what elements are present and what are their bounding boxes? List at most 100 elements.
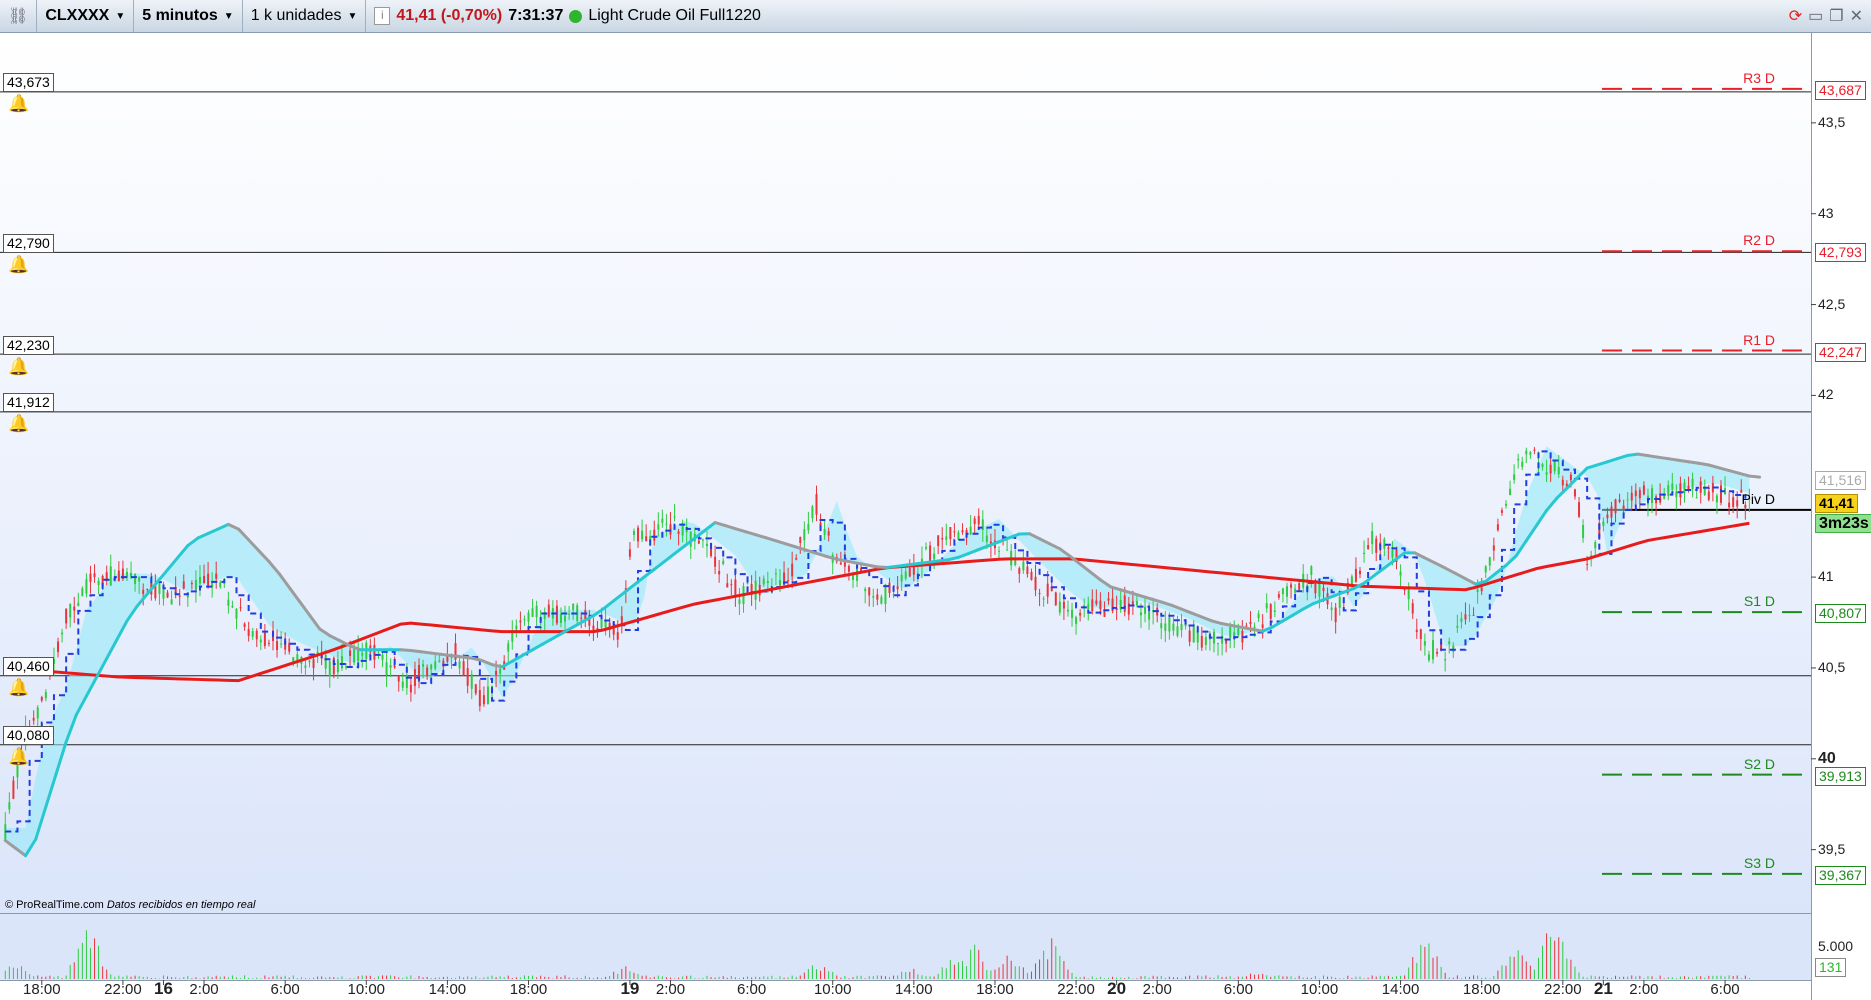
close-button[interactable]: ✕ bbox=[1850, 6, 1863, 26]
candle-body bbox=[977, 515, 980, 525]
candle-body bbox=[255, 630, 258, 640]
quote-time: 7:31:37 bbox=[508, 7, 564, 24]
candle-body bbox=[1099, 600, 1102, 610]
candle-body bbox=[1578, 502, 1581, 517]
symbol-selector[interactable]: CLXXXX ▼ bbox=[37, 0, 135, 32]
moving-average-fast-segment bbox=[1251, 627, 1265, 633]
alert-bell-icon[interactable]: 🔔 bbox=[8, 747, 29, 767]
candle-body bbox=[97, 580, 100, 586]
pivot-value: 42,793 bbox=[1815, 243, 1866, 263]
candle-body bbox=[1273, 610, 1276, 612]
candle-body bbox=[1046, 583, 1049, 597]
time-tick-label: 18:00 bbox=[1462, 981, 1501, 998]
candle-body bbox=[109, 566, 112, 586]
candle-body bbox=[1387, 547, 1390, 549]
quote-info: i 41,41 (-0,70%) 7:31:37 Light Crude Oil… bbox=[366, 0, 769, 32]
candle-body bbox=[1261, 624, 1264, 628]
moving-average-fast-segment bbox=[906, 562, 920, 567]
alert-bell-icon[interactable]: 🔔 bbox=[8, 255, 29, 275]
minimize-button[interactable]: ▭ bbox=[1808, 6, 1823, 26]
candle-body bbox=[1350, 576, 1353, 585]
candle-body bbox=[142, 589, 145, 594]
candle-body bbox=[1212, 631, 1215, 644]
alert-bell-icon[interactable]: 🔔 bbox=[8, 94, 29, 114]
candle-body bbox=[1354, 568, 1357, 582]
price-chart[interactable]: 43,673 🔔 42,790 🔔 42,230 🔔 41,912 🔔 40,460 🔔 40,08… bbox=[0, 33, 1871, 1000]
hidden-price-box: 41,516 bbox=[1815, 471, 1866, 490]
info-icon[interactable]: i bbox=[374, 7, 391, 25]
volume-last-value: 131 bbox=[1815, 958, 1847, 977]
candle-body bbox=[908, 567, 911, 577]
candle-body bbox=[389, 664, 392, 668]
candle-body bbox=[774, 573, 777, 575]
candle-body bbox=[1496, 524, 1499, 531]
candle-body bbox=[827, 531, 830, 536]
candle-body bbox=[900, 574, 903, 582]
candle-body bbox=[158, 583, 161, 594]
units-selector[interactable]: 1 k unidades ▼ bbox=[243, 0, 367, 32]
candle-body bbox=[1626, 499, 1629, 501]
candle-body bbox=[904, 571, 907, 579]
candle-body bbox=[746, 582, 749, 584]
restore-button[interactable]: ❐ bbox=[1829, 6, 1843, 26]
candle-body bbox=[807, 523, 810, 531]
candle-body bbox=[823, 528, 826, 535]
link-button[interactable]: ⛓ bbox=[0, 0, 38, 32]
alert-bell-icon[interactable]: 🔔 bbox=[8, 678, 29, 698]
candle-body bbox=[507, 643, 510, 652]
pivot-value: 43,687 bbox=[1815, 80, 1866, 100]
moving-average-fast-segment bbox=[1697, 461, 1711, 467]
candle-body bbox=[1456, 625, 1459, 628]
candle-body bbox=[1480, 587, 1483, 592]
candle-body bbox=[1586, 563, 1589, 565]
candle-body bbox=[361, 652, 364, 656]
candle-body bbox=[929, 545, 932, 562]
moving-average-fast-segment bbox=[490, 663, 504, 669]
level-label: 41,912 bbox=[3, 393, 54, 413]
candle-body bbox=[1415, 629, 1418, 632]
candle-body bbox=[1330, 607, 1333, 611]
timeframe-selector[interactable]: 5 minutos ▼ bbox=[134, 0, 243, 32]
candle-body bbox=[819, 522, 822, 526]
candle-body bbox=[645, 536, 648, 542]
candle-body bbox=[1217, 643, 1220, 645]
candle-body bbox=[1513, 474, 1516, 480]
candle-body bbox=[815, 494, 818, 515]
moving-average-fast-segment bbox=[1636, 452, 1650, 458]
alert-bell-icon[interactable]: 🔔 bbox=[8, 357, 29, 377]
candle-body bbox=[393, 665, 396, 668]
alert-bell-icon[interactable]: 🔔 bbox=[8, 414, 29, 434]
candle-body bbox=[1675, 491, 1678, 498]
candle-body bbox=[280, 643, 283, 645]
candle-body bbox=[1691, 478, 1694, 489]
candle-body bbox=[1399, 571, 1402, 576]
candle-body bbox=[880, 596, 883, 604]
candle-body bbox=[349, 650, 352, 656]
candle-body bbox=[657, 524, 660, 530]
candle-body bbox=[839, 562, 842, 565]
candle-body bbox=[998, 550, 1001, 552]
candle-body bbox=[401, 681, 404, 688]
refresh-icon[interactable]: ⟳ bbox=[1789, 6, 1802, 26]
candle-body bbox=[1464, 614, 1467, 620]
candle-body bbox=[1403, 589, 1406, 591]
candle-body bbox=[876, 594, 879, 600]
candle-body bbox=[1667, 485, 1670, 496]
candle-body bbox=[1269, 604, 1272, 619]
moving-average-fast-segment bbox=[865, 563, 879, 569]
candle-body bbox=[57, 641, 60, 653]
candle-body bbox=[1549, 464, 1552, 474]
candle-body bbox=[231, 605, 234, 608]
price-tick-label: 42,5 bbox=[1818, 295, 1846, 312]
level-label: 42,790 bbox=[3, 233, 54, 253]
time-tick-label: 6:00 bbox=[270, 981, 300, 998]
moving-average-fast-segment bbox=[1230, 624, 1244, 629]
candle-body bbox=[486, 686, 489, 705]
candle-body bbox=[1432, 640, 1435, 660]
chart-canvas[interactable] bbox=[0, 33, 1871, 1000]
candle-body bbox=[523, 619, 526, 621]
candle-body bbox=[1188, 630, 1191, 642]
candle-body bbox=[1253, 626, 1256, 628]
candle-body bbox=[1407, 587, 1410, 600]
candle-body bbox=[1614, 499, 1617, 514]
